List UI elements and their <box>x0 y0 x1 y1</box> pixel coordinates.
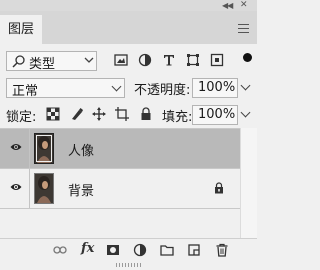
lock-image-pixels-icon[interactable] <box>70 107 84 121</box>
link-layers-icon[interactable] <box>53 243 67 257</box>
filter-kind-select[interactable]: 类型 <box>6 51 97 72</box>
lock-transparent-pixels-icon[interactable] <box>46 107 60 121</box>
lock-label: 锁定: <box>6 110 37 125</box>
layer-lock-icon[interactable] <box>214 182 224 194</box>
scrollbar[interactable] <box>240 128 257 238</box>
new-adjustment-layer-icon[interactable] <box>133 243 147 257</box>
close-icon[interactable]: ✕ <box>240 0 248 10</box>
fill-value: 100% <box>198 107 236 122</box>
divider <box>29 169 30 208</box>
opacity-value: 100% <box>198 80 236 95</box>
layers-panel: ◀◀ ✕ 图层 类型 正常 不透明度: 100% 锁定: 填充: 100% 人像… <box>0 0 257 270</box>
delete-layer-icon[interactable] <box>215 243 229 257</box>
search-icon <box>12 55 25 68</box>
lock-all-icon[interactable] <box>139 107 153 121</box>
visibility-eye-icon[interactable] <box>10 182 22 192</box>
filter-toggle-icon[interactable] <box>243 53 252 62</box>
layer-name[interactable]: 人像 <box>68 140 94 159</box>
visibility-eye-icon[interactable] <box>10 142 22 152</box>
layer-thumbnail[interactable] <box>34 133 54 164</box>
layer-row-background[interactable]: 背景 <box>0 169 240 208</box>
new-group-icon[interactable] <box>160 243 174 257</box>
layer-thumbnail[interactable] <box>34 173 54 204</box>
layer-style-icon[interactable]: fx <box>81 241 94 256</box>
filter-kind-label: 类型 <box>29 57 56 72</box>
layer-row-portrait[interactable]: 人像 <box>0 129 240 168</box>
panel-title-bar[interactable]: ◀◀ ✕ <box>0 0 257 11</box>
shape-filter-icon[interactable] <box>185 52 201 68</box>
blend-mode-value: 正常 <box>12 84 39 99</box>
adjustment-filter-icon[interactable] <box>137 52 153 68</box>
chevron-down-icon <box>111 81 122 92</box>
opacity-chevron-icon[interactable] <box>240 80 251 91</box>
opacity-label: 不透明度: <box>134 83 191 98</box>
image-filter-icon[interactable] <box>113 52 129 68</box>
add-mask-icon[interactable] <box>106 243 120 257</box>
panel-menu-icon[interactable] <box>238 24 249 33</box>
divider <box>0 208 240 209</box>
divider <box>29 129 30 168</box>
chevron-down-icon <box>84 57 94 63</box>
opacity-field[interactable]: 100% <box>192 78 238 98</box>
new-layer-icon[interactable] <box>187 243 201 257</box>
fill-label: 填充: <box>162 110 193 125</box>
layers-bottom-toolbar: fx <box>0 238 257 261</box>
layer-name[interactable]: 背景 <box>68 180 94 199</box>
resize-grip-icon[interactable] <box>116 263 142 267</box>
layers-list: 人像 背景 <box>0 128 257 238</box>
panel-tab-bar: 图层 <box>0 11 257 44</box>
smart-object-filter-icon[interactable] <box>209 52 225 68</box>
type-filter-icon[interactable] <box>161 52 177 68</box>
fill-chevron-icon[interactable] <box>240 107 251 118</box>
tab-layers[interactable]: 图层 <box>0 15 42 44</box>
lock-position-icon[interactable] <box>92 107 106 121</box>
fill-field[interactable]: 100% <box>192 105 238 125</box>
lock-artboard-icon[interactable] <box>115 107 129 121</box>
blend-mode-select[interactable]: 正常 <box>6 78 125 99</box>
collapse-icon[interactable]: ◀◀ <box>222 1 233 10</box>
